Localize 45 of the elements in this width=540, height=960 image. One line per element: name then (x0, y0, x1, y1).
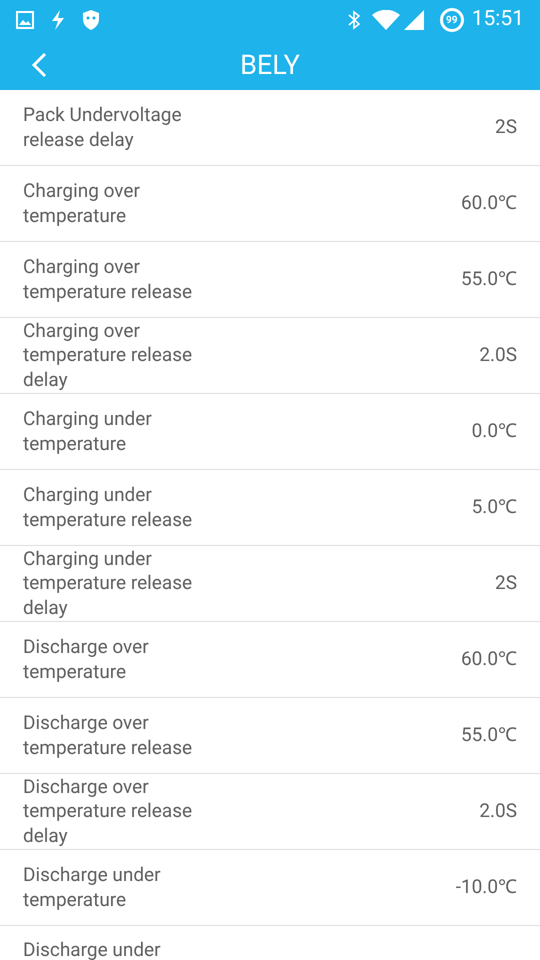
setting-label: Discharge under temperature (23, 863, 162, 912)
setting-label: Discharge over temperature (23, 635, 150, 684)
setting-row[interactable]: Charging under temperature release 5.0℃ (0, 470, 540, 546)
setting-value: 60.0℃ (460, 646, 517, 672)
setting-row[interactable]: Charging over temperature release 55.0℃ (0, 242, 540, 318)
setting-label: Charging over temperature release (23, 255, 194, 304)
clock-text: 15:51 (472, 6, 524, 34)
wifi-icon (372, 10, 400, 30)
setting-value: 5.0℃ (472, 494, 517, 520)
setting-row[interactable]: Charging over temperature 60.0℃ (0, 166, 540, 242)
notification-badge: 99 (440, 8, 464, 32)
setting-label: Charging over temperature (23, 179, 141, 228)
setting-value: 55.0℃ (460, 722, 517, 748)
setting-label: Discharge under (23, 938, 162, 960)
setting-label: Pack Undervoltage release delay (23, 103, 183, 152)
setting-row[interactable]: Charging under temperature 0.0℃ (0, 394, 540, 470)
setting-label: Charging under temperature (23, 407, 153, 456)
setting-value: 0.0℃ (472, 418, 517, 444)
setting-row[interactable]: Discharge over temperature 60.0℃ (0, 622, 540, 698)
setting-row[interactable]: Discharge over temperature release delay 2.0S (0, 774, 540, 850)
back-icon (31, 52, 47, 78)
setting-value: 2.0S (479, 798, 517, 824)
setting-row[interactable]: Discharge over temperature release 55.0℃ (0, 698, 540, 774)
setting-value: 2S (495, 570, 517, 596)
setting-row[interactable]: Charging over temperature release delay 2.0S (0, 318, 540, 394)
setting-value: 2S (495, 114, 517, 140)
setting-value: -10.0℃ (456, 874, 517, 900)
bluetooth-icon (348, 10, 360, 30)
shield-icon (82, 10, 100, 30)
setting-label: Charging under temperature release (23, 483, 194, 532)
setting-value: 55.0℃ (460, 266, 517, 292)
setting-value: 2.0S (479, 342, 517, 368)
setting-row[interactable]: Pack Undervoltage release delay 2S (0, 90, 540, 166)
lightning-icon (50, 10, 66, 30)
screen-title: BELY (240, 48, 300, 83)
setting-label: Charging under temperature release delay (23, 546, 194, 620)
image-icon (16, 11, 34, 29)
signal-icon (404, 10, 424, 30)
setting-label: Discharge over temperature release (23, 711, 194, 760)
setting-label: Discharge over temperature release delay (23, 774, 194, 848)
setting-label: Charging over temperature release delay (23, 318, 194, 392)
setting-row[interactable]: Discharge under temperature -10.0℃ (0, 850, 540, 926)
setting-value: 60.0℃ (460, 190, 517, 216)
setting-row[interactable]: Discharge under (0, 926, 540, 960)
setting-row[interactable]: Charging under temperature release delay 2S (0, 546, 540, 622)
